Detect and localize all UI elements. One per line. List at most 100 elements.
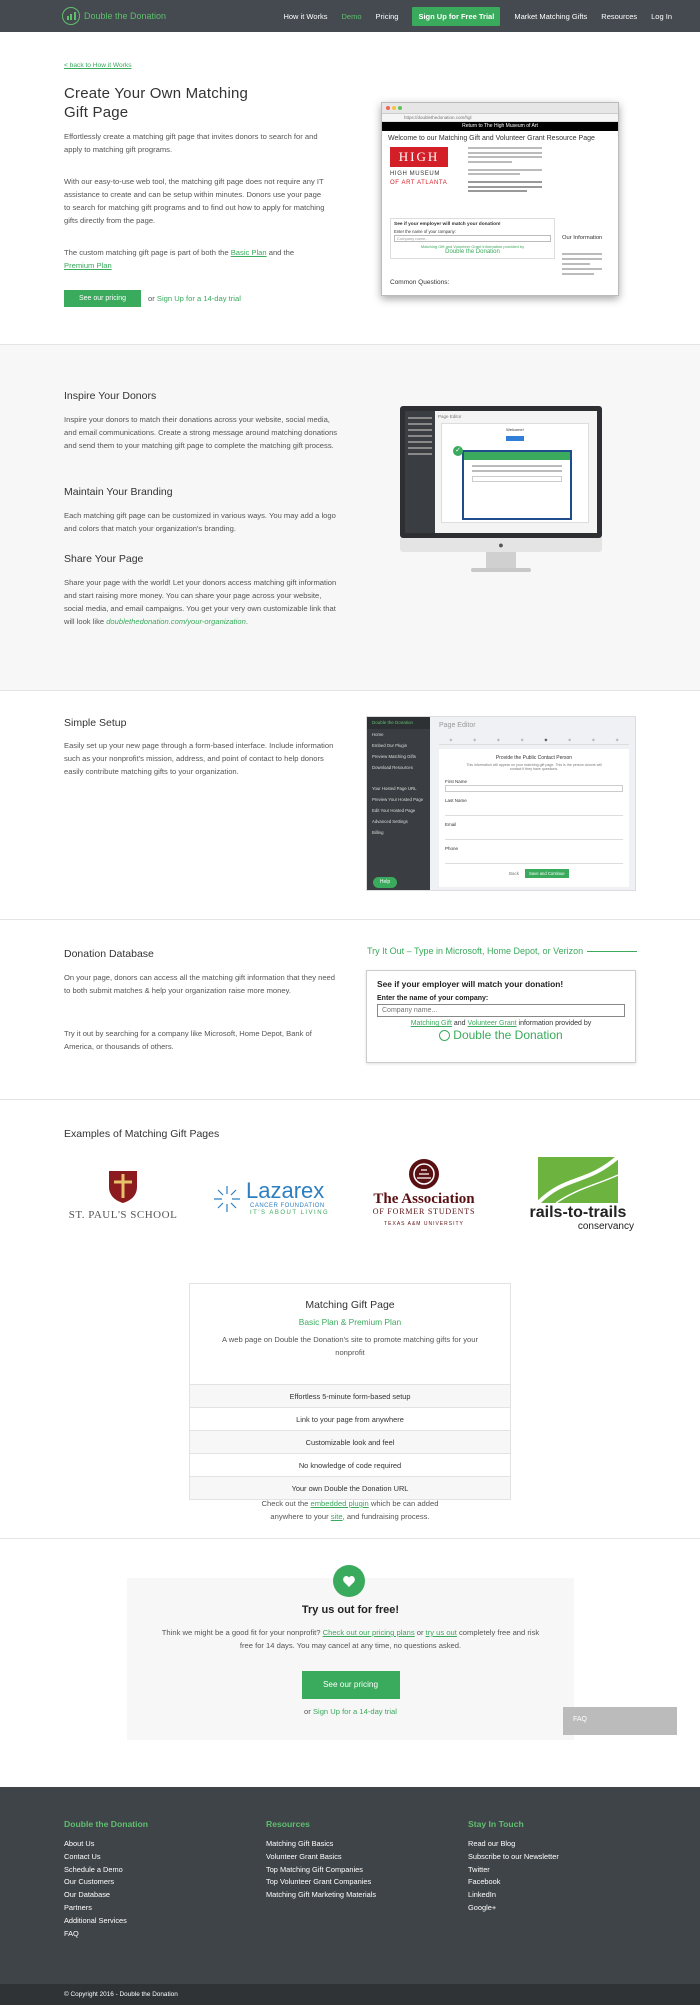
shot-welcome: Welcome to our Matching Gift and Volunte…	[388, 135, 595, 142]
package-feature-row: Link to your page from anywhere	[190, 1407, 510, 1430]
nav-pricing[interactable]: Pricing	[376, 12, 399, 21]
footer-link[interactable]: Google+	[468, 1902, 559, 1915]
footer-link[interactable]: FAQ	[64, 1928, 148, 1941]
see-pricing-button[interactable]: See our pricing	[64, 290, 141, 307]
nav-login[interactable]: Log In	[651, 12, 672, 21]
minimize-dot-icon	[392, 106, 396, 110]
st-pauls-crest-icon	[109, 1171, 137, 1203]
footer-link[interactable]: Our Customers	[64, 1876, 148, 1889]
editor-steps: ◆ ◆ ◆ ◆ ◆ ◆ ◆ ◆	[439, 737, 629, 745]
branding-heading: Maintain Your Branding	[64, 486, 173, 498]
editor-menu-item[interactable]: Preview Your Hosted Page	[367, 794, 430, 805]
footer-link[interactable]: Partners	[64, 1902, 148, 1915]
site-link[interactable]: site	[331, 1512, 343, 1521]
basic-plan-link[interactable]: Basic Plan	[231, 248, 267, 257]
faq-tab[interactable]: FAQ	[563, 1707, 677, 1735]
company-search-input[interactable]	[377, 1004, 625, 1017]
high-museum-logo: HIGH	[390, 147, 448, 167]
hero-description: With our easy-to-use web tool, the match…	[64, 177, 325, 225]
matching-gift-page-screenshot: https://doublethedonation.com/hgl Return…	[381, 102, 619, 296]
or-text: or Sign Up for a 14-day trial	[148, 294, 241, 303]
footer: Double the Donation About Us Contact Us …	[0, 1787, 700, 1984]
imac-screenshot: Page Editor Welcome! ✓ ●	[400, 406, 602, 576]
shot-common-questions: Common Questions:	[390, 279, 450, 286]
editor-menu-item[interactable]: Preview Matching Gifts	[367, 751, 430, 762]
address-bar: https://doublethedonation.com/hgl	[382, 114, 618, 122]
shot-search-widget: See if your employer will match your don…	[390, 218, 555, 259]
back-link[interactable]: < back to How it Works	[64, 62, 132, 69]
try-us-link[interactable]: try us out	[426, 1628, 457, 1637]
hero-intro: Effortlessly create a matching gift page…	[64, 132, 318, 154]
footer-link[interactable]: Additional Services	[64, 1915, 148, 1928]
editor-menu-item[interactable]: Home	[367, 729, 430, 740]
page-title: Create Your Own Matching Gift Page	[64, 85, 249, 121]
save-continue-button[interactable]: Save and Continue	[525, 869, 569, 878]
example-st-pauls[interactable]: ST. PAUL'S SCHOOL	[64, 1170, 182, 1221]
footer-link[interactable]: Volunteer Grant Basics	[266, 1851, 376, 1864]
editor-title: Page Editor	[439, 722, 476, 729]
footer-link[interactable]: Read our Blog	[468, 1838, 559, 1851]
database-tryit-text: Try it out by searching for a company li…	[64, 1029, 312, 1051]
free-trial-box: Try us out for free! Think we might be a…	[127, 1565, 574, 1740]
check-icon: ✓	[453, 446, 463, 456]
footer-link[interactable]: Facebook	[468, 1876, 559, 1889]
volunteer-grant-link[interactable]: Volunteer Grant	[468, 1020, 517, 1027]
share-heading: Share Your Page	[64, 553, 144, 565]
first-name-field[interactable]	[445, 785, 623, 792]
footer-link[interactable]: Subscribe to our Newsletter	[468, 1851, 559, 1864]
signup-button[interactable]: Sign Up for Free Trial	[412, 6, 501, 26]
logo-icon	[62, 7, 80, 25]
plugin-text: Check out the embedded plugin which be c…	[261, 1499, 439, 1521]
nav-resources[interactable]: Resources	[601, 12, 637, 21]
footer-link[interactable]: Matching Gift Basics	[266, 1838, 376, 1851]
logo-icon	[439, 1030, 451, 1042]
copyright: © Copyright 2016 - Double the Donation	[0, 1984, 700, 2005]
footer-link[interactable]: Schedule a Demo	[64, 1864, 148, 1877]
premium-plan-link[interactable]: Premium Plan	[64, 261, 112, 270]
footer-col-stay-in-touch: Stay In Touch Read our Blog Subscribe to…	[468, 1819, 559, 1915]
package-feature-row: Customizable look and feel	[190, 1430, 510, 1453]
trial-link[interactable]: Sign Up for a 14-day trial	[157, 294, 241, 303]
share-text: Share your page with the world! Let your…	[64, 578, 337, 626]
footer-link[interactable]: Our Database	[64, 1889, 148, 1902]
editor-menu-item[interactable]: Advanced Settings	[367, 816, 430, 827]
editor-menu-item[interactable]: Edit Your Hosted Page	[367, 805, 430, 816]
editor-menu-item[interactable]: Your Hosted Page URL	[367, 783, 430, 794]
editor-back-button[interactable]: Back	[509, 871, 519, 876]
editor-menu-item[interactable]: Billing	[367, 827, 430, 838]
database-text: On your page, donors can access all the …	[64, 973, 336, 995]
logo-text: Double the Donation	[84, 11, 167, 21]
footer-col-company: Double the Donation About Us Contact Us …	[64, 1819, 148, 1940]
help-button[interactable]: Help	[373, 877, 397, 888]
site-logo[interactable]: Double the Donation	[62, 7, 166, 25]
main-nav: How it Works Demo Pricing Sign Up for Fr…	[283, 6, 672, 26]
heart-icon	[333, 1565, 365, 1597]
footer-link[interactable]: Contact Us	[64, 1851, 148, 1864]
database-heading: Donation Database	[64, 948, 154, 960]
see-pricing-button-bottom[interactable]: See our pricing	[301, 1671, 400, 1699]
custom-url-link[interactable]: doublethedonation.com/your-organization	[106, 617, 246, 626]
maximize-dot-icon	[398, 106, 402, 110]
footer-link[interactable]: LinkedIn	[468, 1889, 559, 1902]
apple-logo-icon: ●	[498, 540, 504, 550]
nav-how-it-works[interactable]: How it Works	[283, 12, 327, 21]
pricing-plans-link[interactable]: Check out our pricing plans	[323, 1628, 415, 1637]
example-rails-to-trails[interactable]: rails-to-trails conservancy	[518, 1155, 638, 1232]
nav-market-matching-gifts[interactable]: Market Matching Gifts	[514, 12, 587, 21]
editor-menu-item[interactable]: Download Resources	[367, 762, 430, 773]
museum-name: HIGH MUSEUM OF ART ATLANTA	[390, 171, 448, 186]
association-seal-icon	[409, 1159, 439, 1189]
embedded-plugin-link[interactable]: embedded plugin	[311, 1499, 369, 1508]
example-association[interactable]: The Association OF FORMER STUDENTS TEXAS…	[365, 1158, 483, 1227]
footer-link[interactable]: Twitter	[468, 1864, 559, 1877]
try-it-title: Try It Out – Type in Microsoft, Home Dep…	[367, 946, 637, 956]
footer-link[interactable]: Top Volunteer Grant Companies	[266, 1876, 376, 1889]
shot-org-info: Our Information	[562, 235, 603, 241]
footer-link[interactable]: Top Matching Gift Companies	[266, 1864, 376, 1877]
matching-gift-link[interactable]: Matching Gift	[411, 1020, 452, 1027]
trial-link-bottom[interactable]: Sign Up for a 14-day trial	[313, 1707, 397, 1716]
footer-link[interactable]: Matching Gift Marketing Materials	[266, 1889, 376, 1902]
nav-demo[interactable]: Demo	[342, 12, 362, 21]
editor-menu-item[interactable]: Embed Our Plugin	[367, 740, 430, 751]
footer-link[interactable]: About Us	[64, 1838, 148, 1851]
